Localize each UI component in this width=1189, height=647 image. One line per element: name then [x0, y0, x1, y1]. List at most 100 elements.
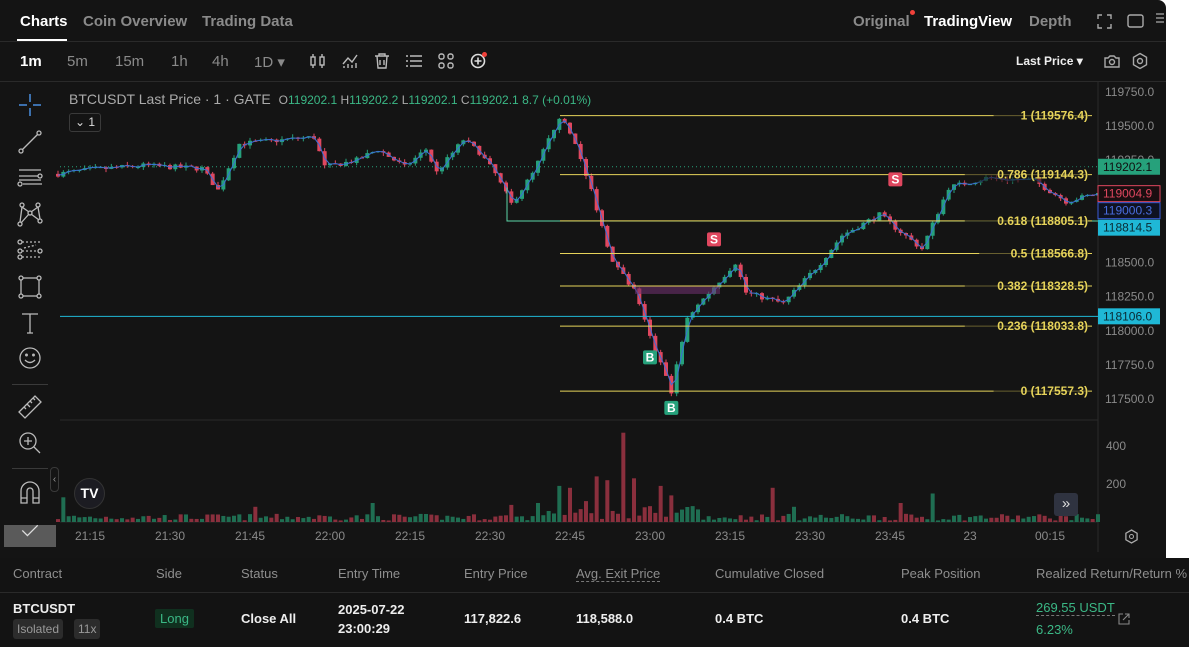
layout-grid-icon[interactable] [437, 52, 455, 70]
volume-bar [130, 517, 135, 522]
indicator-collapse-button[interactable]: ⌄ 1 [69, 113, 101, 132]
volume-bar [418, 513, 423, 522]
settings-icon[interactable] [1131, 52, 1149, 70]
volume-bar [472, 514, 476, 522]
high-value: 119202.2 [349, 93, 399, 107]
volume-bar [93, 518, 98, 522]
volume-bar [317, 515, 322, 522]
volume-bar [141, 516, 146, 522]
menu-icon[interactable] [1156, 12, 1164, 26]
contract-name[interactable]: BTCUSDT [13, 601, 75, 616]
marker-label: S [710, 232, 718, 246]
tab-charts[interactable]: Charts [20, 13, 68, 30]
volume-bar [877, 520, 882, 522]
volume-bar [338, 520, 343, 522]
view-tradingview[interactable]: TradingView [924, 13, 1012, 30]
volume-bar [605, 480, 610, 522]
volume-bar [440, 519, 444, 522]
timeframe-1h[interactable]: 1h [171, 53, 188, 70]
low-value: 119202.1 [408, 93, 458, 107]
volume-bar [920, 516, 924, 522]
volume-bar [589, 513, 594, 522]
cumulative-closed: 0.4 BTC [715, 611, 764, 626]
volume-bar [392, 514, 396, 522]
volume-bar [1048, 518, 1052, 522]
volume-bar [930, 493, 935, 522]
volume-bar [733, 519, 738, 522]
header-side: Side [156, 566, 183, 581]
marker-label: B [667, 401, 676, 415]
peak-position: 0.4 BTC [901, 611, 950, 626]
volume-bar [610, 510, 615, 522]
time-tick-label: 22:30 [475, 529, 505, 543]
volume-bar [1080, 517, 1084, 522]
time-tick-label: 23 [963, 529, 977, 543]
price-tag-label: 119202.1 [1103, 160, 1152, 174]
time-tick-label: 21:30 [155, 529, 185, 543]
time-tick-label: 22:45 [555, 529, 585, 543]
volume-bar [781, 515, 786, 522]
volume-bar [984, 518, 988, 522]
volume-bar [818, 514, 823, 522]
volume-bar [498, 515, 503, 522]
volume-bar [1053, 520, 1058, 522]
view-depth[interactable]: Depth [1029, 13, 1072, 30]
volume-bar [178, 514, 183, 522]
volume-bar [376, 516, 380, 522]
timeframe-4h[interactable]: 4h [212, 53, 229, 70]
volume-bar [344, 519, 348, 522]
tab-coin-overview[interactable]: Coin Overview [83, 13, 187, 30]
candle-type-icon[interactable] [309, 52, 327, 70]
trash-icon[interactable] [373, 52, 391, 70]
entry-price: 117,822.6 [464, 611, 522, 626]
volume-bar [1032, 516, 1036, 522]
return-percent: 6.23% [1036, 622, 1073, 637]
tab-trading-data[interactable]: Trading Data [202, 13, 293, 30]
volume-bar [776, 520, 780, 522]
scroll-to-realtime-button[interactable]: » [1054, 493, 1078, 516]
volume-bar [1042, 515, 1047, 522]
entry-clock: 23:00:29 [338, 621, 391, 636]
fib-level-label: 1 (119576.4) [1021, 109, 1088, 123]
open-value: 119202.1 [287, 93, 338, 107]
volume-bar [1021, 518, 1026, 522]
volume-bar [536, 503, 540, 522]
volume-bar [280, 519, 284, 522]
axis-settings-icon[interactable] [1124, 529, 1139, 544]
price-type-dropdown[interactable]: Last Price ▾ [1016, 54, 1083, 68]
volume-bar [365, 514, 370, 522]
price-chart[interactable]: 119750.0119500.0119250.0119000.0118750.0… [0, 82, 1166, 558]
volume-bar [456, 517, 460, 522]
price-tick-label: 117500.0 [1105, 392, 1154, 406]
status-value: Close All [241, 611, 297, 626]
fib-level-label: 0.382 (118328.5) [997, 279, 1088, 293]
timeframe-1d-dropdown[interactable]: 1D ▾ [254, 53, 285, 71]
volume-bar [861, 519, 866, 522]
timeframe-5m[interactable]: 5m [67, 53, 88, 70]
volume-bar [1005, 515, 1010, 522]
volume-bar [429, 514, 434, 522]
window-icon[interactable] [1127, 14, 1144, 29]
volume-bar [754, 520, 759, 522]
volume-bar [360, 518, 364, 522]
volume-bar [461, 518, 466, 522]
volume-bar [594, 476, 599, 522]
view-original[interactable]: Original [853, 13, 910, 30]
volume-bar [210, 514, 215, 522]
volume-bar [941, 519, 946, 522]
volume-bar [738, 515, 743, 522]
tradingview-logo[interactable]: TV [74, 478, 105, 509]
fullscreen-icon[interactable] [1097, 14, 1112, 29]
volume-bar [578, 509, 583, 522]
volume-bar [925, 519, 930, 522]
volume-bar [562, 514, 567, 522]
indicators-icon[interactable] [341, 52, 359, 70]
volume-bar [850, 518, 855, 522]
timeframe-1m[interactable]: 1m [20, 53, 42, 70]
timeframe-15m[interactable]: 15m [115, 53, 144, 70]
volume-bar [285, 516, 290, 522]
list-icon[interactable] [405, 52, 423, 70]
volume-bar [669, 495, 674, 522]
camera-icon[interactable] [1103, 52, 1121, 70]
share-icon[interactable] [1118, 613, 1130, 625]
